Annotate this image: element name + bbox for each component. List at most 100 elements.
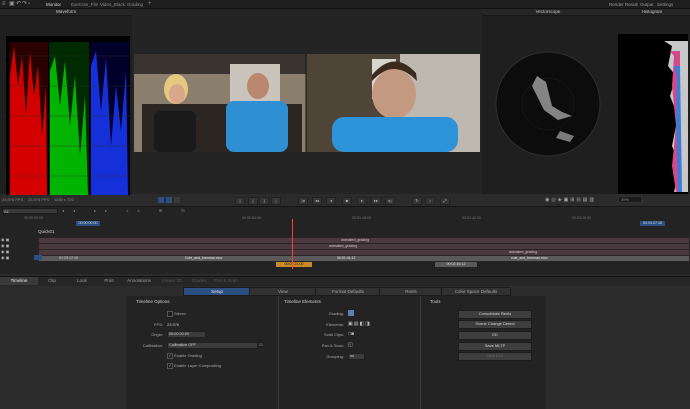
undo-icon[interactable]: ↶ — [16, 1, 21, 8]
render-result-button[interactable]: Render Result — [609, 1, 638, 8]
scene-change-detect-button[interactable]: Scene Change Detect — [458, 320, 532, 329]
subtab-format-defaults[interactable]: Format Defaults — [315, 287, 381, 296]
consolidate-reels-button[interactable]: Consolidate Reels — [458, 310, 532, 319]
track-eye-icon[interactable]: ◉ ▣ — [1, 243, 9, 248]
tab-look[interactable]: Look — [70, 277, 94, 285]
subtab-reels[interactable]: Reels — [379, 287, 443, 296]
timeline-select[interactable]: All — [2, 208, 58, 214]
tab-annotations[interactable]: Annotations — [124, 277, 154, 285]
grouping-label: Grouping: — [326, 354, 344, 359]
fps-value: 23.976 — [167, 322, 180, 327]
timeline-toolbar-icons[interactable]: ◂◂ ▸▸ ±± ⊞ ⊟ — [62, 208, 217, 214]
calibration-select[interactable]: Calibration OFF — [167, 342, 258, 349]
tab-pan-scan[interactable]: Pan & Scan — [211, 277, 241, 285]
track-name: Quick01 — [38, 229, 55, 234]
grading-label: Grading: — [328, 311, 344, 316]
segment-timecode: 00:02:16:12 — [435, 262, 477, 267]
enable-grading-checkbox[interactable]: ✓ — [167, 353, 173, 359]
app-menu-icon[interactable]: ≡ — [2, 1, 6, 8]
tab-viewer-3d[interactable]: Viewer 3D — [157, 277, 187, 285]
grouping-select[interactable]: on — [348, 353, 365, 360]
subtab-view[interactable]: View — [249, 287, 317, 296]
first-frame-button[interactable]: |◂ — [298, 197, 308, 205]
ruler-start: 00:00:00:00 — [76, 221, 100, 226]
grading-toggle-icon[interactable] — [348, 310, 354, 316]
timeline-options-title: Timeline Options — [136, 299, 170, 304]
last-frame-button[interactable]: ▸| — [385, 197, 395, 205]
tab-grading[interactable]: Grading — [127, 1, 143, 8]
play-reverse-button[interactable]: ◂ — [326, 197, 336, 205]
waveform-panel: Waveform — [0, 9, 132, 195]
next-clip-button[interactable]: ▸▸ — [371, 197, 381, 205]
tab-monitor[interactable]: Monitor — [46, 1, 61, 8]
ruler-tick: 00:02:42:00 — [462, 216, 481, 220]
fps-mid: 23.976 FPS — [28, 197, 50, 202]
tab-grades[interactable]: Grades — [187, 277, 211, 285]
timeline-elements-title: Timeline Elements — [284, 299, 321, 304]
save-mltp-button[interactable]: Save MLTP — [458, 342, 532, 351]
track-eye-icon[interactable]: ◉ ▣ — [1, 237, 9, 242]
trash-icon[interactable]: ▫ — [28, 1, 30, 8]
origin-field[interactable]: 00:00:00:00 — [167, 331, 206, 338]
tab-print[interactable]: Print — [97, 277, 121, 285]
track-headers: ◉ ▣ ◉ ▣ ◉ ▣ ◉ ▣ — [0, 237, 36, 261]
tab-exercise-file[interactable]: Exercise_File — [71, 1, 98, 8]
segment-timecode: 00:01:21:00 — [276, 262, 312, 267]
histogram-scope — [618, 34, 688, 194]
redo-icon[interactable]: ↷ — [22, 1, 27, 8]
divider — [420, 296, 421, 409]
viewer-panel[interactable] — [132, 9, 482, 194]
loop-button[interactable]: ↻ — [412, 197, 422, 205]
in-point: 01:23:17:10 — [59, 256, 78, 260]
ruler-tick: 00:00:00:00 — [24, 216, 43, 220]
view-split-icon[interactable] — [166, 197, 172, 203]
pan-scan-label: Pan & Scan: — [321, 343, 344, 348]
calibration-menu-icon[interactable]: … — [258, 342, 264, 347]
solid-clips-toggle-icon[interactable]: □■ — [348, 331, 360, 337]
track-row[interactable]: Cole_and_brennan.mov 00:01:41:12 cole_an… — [38, 255, 690, 262]
ruler-tick: 00:03:36:00 — [572, 216, 591, 220]
ed-button[interactable]: ED — [458, 331, 532, 340]
mark-in-button[interactable]: | — [235, 197, 245, 205]
view-compare-icon[interactable] — [174, 197, 180, 203]
playhead[interactable] — [292, 219, 293, 269]
settings-button[interactable]: Settings — [657, 1, 673, 8]
tab-clip[interactable]: Clip — [40, 277, 64, 285]
active-track-marker — [34, 255, 42, 260]
elements-toggle-icons[interactable]: ▣▤◧◨ — [348, 321, 378, 327]
mark-out-button[interactable]: | — [271, 197, 281, 205]
play-button[interactable]: ▸ — [357, 197, 367, 205]
enable-layer-checkbox[interactable]: ✓ — [167, 363, 173, 369]
histogram-panel: Histogram — [614, 9, 690, 194]
go-in-button[interactable]: [ — [248, 197, 258, 205]
track-eye-icon[interactable]: ◉ ▣ — [1, 249, 9, 254]
subtab-setup[interactable]: Setup — [183, 287, 251, 296]
tab-timeline[interactable]: Timeline — [0, 277, 38, 285]
vectorscope-scope — [495, 51, 601, 157]
viewer-tools-icons[interactable]: ◉◎◈▣⊞⊟▤▥ — [545, 197, 596, 203]
output-button[interactable]: Output — [640, 1, 654, 8]
view-single-icon[interactable] — [158, 197, 164, 203]
ruler-end: 00:03:27:18 — [640, 221, 665, 226]
prev-clip-button[interactable]: ◂◂ — [312, 197, 322, 205]
track-eye-icon[interactable]: ◉ ▣ — [1, 255, 9, 260]
segment-label: cole_and_brennan.mov — [511, 256, 548, 260]
fullscreen-button[interactable]: ⤢ — [440, 197, 450, 205]
save-edl-button[interactable]: Save EDL — [458, 352, 532, 361]
tab-video-black[interactable]: Video_Black — [100, 1, 125, 8]
add-tab-button[interactable]: + — [148, 1, 152, 8]
vectorscope-panel: Vectorscope — [482, 9, 614, 194]
pan-scan-toggle-icon[interactable]: ◱ — [348, 342, 354, 348]
elements-label: Elements: — [326, 322, 344, 327]
waveform-scope — [6, 36, 130, 195]
stereo-checkbox[interactable] — [167, 311, 173, 317]
fps-left: 23.976 FPS — [2, 197, 24, 202]
zoom-select[interactable]: 39% — [618, 196, 642, 203]
save-icon[interactable]: ▣ — [9, 1, 15, 8]
go-out-button[interactable]: ] — [259, 197, 269, 205]
segment-label: Cole_and_brennan.mov — [185, 256, 223, 260]
audio-button[interactable]: ♪ — [425, 197, 435, 205]
enable-grading-label: Enable Grading — [174, 353, 202, 358]
subtab-color-space-defaults[interactable]: Color Space Defaults — [441, 287, 511, 296]
stop-button[interactable]: ■ — [342, 197, 352, 205]
